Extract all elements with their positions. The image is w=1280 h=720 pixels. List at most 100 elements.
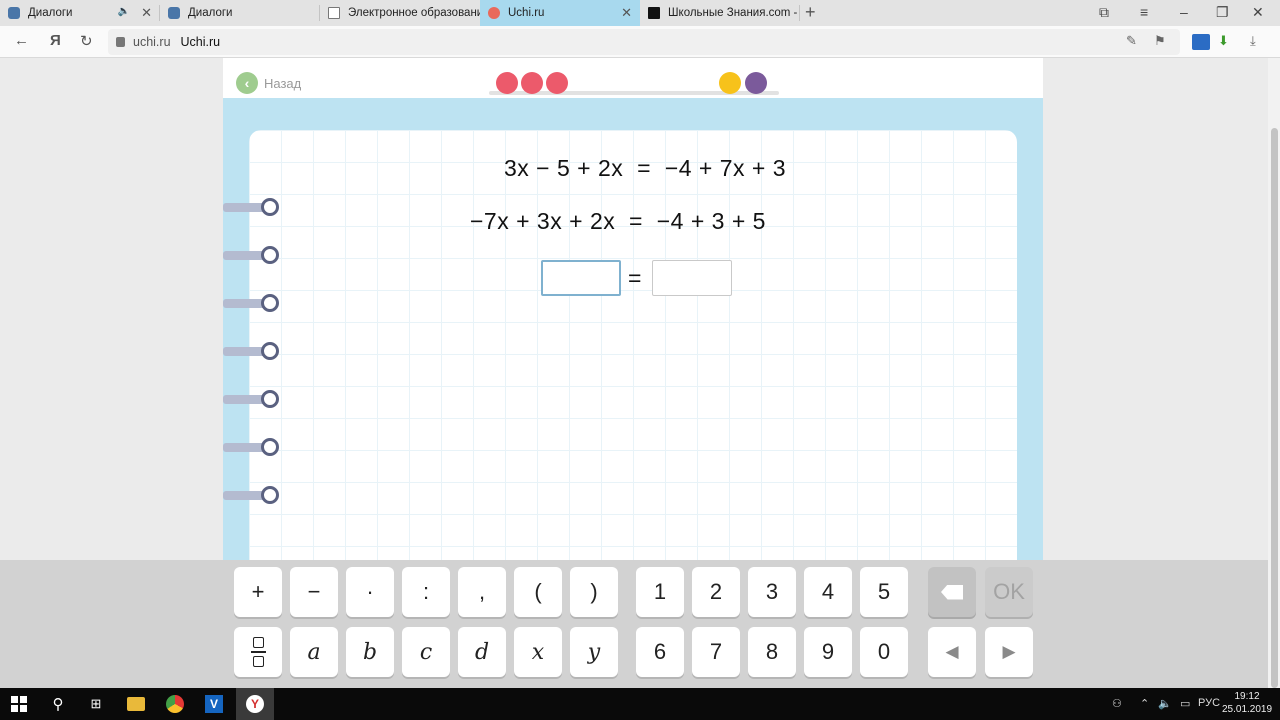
chrome-icon[interactable] (165, 694, 185, 714)
windows-taskbar: ⚲ ⊞ V Y ⚇ ⌃ 🔈 ▭ РУС 19:12 25.01.2019 (0, 688, 1280, 720)
back-arrow-icon[interactable]: ← (14, 32, 29, 49)
variable-b-key[interactable]: b (346, 627, 394, 677)
spiral-ring (223, 246, 279, 264)
browser-tab[interactable]: Диалоги 🔈 ✕ (0, 0, 160, 26)
equation-1-right: −4 + 7x + 3 (664, 155, 787, 181)
downloads-icon[interactable]: ⤓ (1250, 33, 1256, 49)
digit-7-key[interactable]: 7 (692, 627, 740, 677)
speaker-muted-icon[interactable]: 🔈 (118, 6, 130, 17)
digit-4-key[interactable]: 4 (804, 567, 852, 617)
equation-line-1: 3x − 5 + 2x = −4 + 7x + 3 (504, 155, 787, 181)
clock[interactable]: 19:12 25.01.2019 (1222, 690, 1272, 716)
digit-2-key[interactable]: 2 (692, 567, 740, 617)
minus-key[interactable]: − (290, 567, 338, 617)
restore-icon[interactable]: ❐ (1216, 4, 1229, 21)
vk-icon (168, 7, 180, 19)
url-field[interactable]: uchi.ru Uchi.ru (108, 29, 1180, 55)
chevron-left-icon: ‹ (236, 72, 258, 94)
ok-button[interactable]: OK (985, 567, 1033, 617)
address-bar: ← Я ↻ uchi.ru Uchi.ru ✎ ⚑ ⬇ ⤓ (0, 26, 1280, 58)
windows-start-icon[interactable] (9, 694, 29, 714)
answer-right-input[interactable] (652, 260, 732, 296)
download-green-icon[interactable]: ⬇ (1218, 33, 1229, 49)
new-tab-icon[interactable]: + (805, 2, 816, 23)
equation-1-left: 3x − 5 + 2x (504, 155, 624, 181)
fraction-key[interactable] (234, 627, 282, 677)
progress-dot-bonus (745, 72, 767, 94)
volume-icon[interactable]: 🔈 (1158, 697, 1172, 710)
backspace-key[interactable] (928, 567, 976, 617)
task-view-icon[interactable]: ⊞ (86, 694, 106, 714)
vk-icon (8, 7, 20, 19)
variable-x-key[interactable]: x (514, 627, 562, 677)
browser-tab[interactable]: Школьные Знания.com - Р (640, 0, 800, 26)
equation-2-left: −7x + 3x + 2x (470, 208, 616, 234)
exercise-header: ‹ Назад (223, 58, 1043, 98)
backspace-icon (941, 584, 963, 600)
cursor-left-key[interactable]: ◀ (928, 627, 976, 677)
lock-icon (116, 37, 125, 47)
browser-tab[interactable]: Диалоги (160, 0, 320, 26)
network-icon[interactable]: ▭ (1180, 697, 1190, 710)
fraction-icon (250, 637, 266, 667)
progress-dot-wrong (496, 72, 518, 94)
open-paren-key[interactable]: ( (514, 567, 562, 617)
language-indicator[interactable]: РУС (1198, 697, 1220, 709)
spiral-ring (223, 198, 279, 216)
spiral-ring (223, 342, 279, 360)
close-window-icon[interactable]: ✕ (1252, 4, 1264, 21)
document-icon (328, 7, 340, 19)
cursor-right-key[interactable]: ▶ (985, 627, 1033, 677)
digit-6-key[interactable]: 6 (636, 627, 684, 677)
progress-dot-bonus (719, 72, 741, 94)
browser-tab[interactable]: Электронное образовани (320, 0, 480, 26)
spiral-ring (223, 390, 279, 408)
znanija-icon (648, 7, 660, 19)
brush-icon[interactable]: ✎ (1126, 33, 1137, 49)
uchi-icon (488, 7, 500, 19)
close-tab-icon[interactable]: ✕ (141, 5, 152, 21)
variable-d-key[interactable]: d (458, 627, 506, 677)
browser-tab-active[interactable]: Uchi.ru ✕ (480, 0, 640, 26)
variable-a-key[interactable]: a (290, 627, 338, 677)
yandex-browser-taskbar-icon[interactable]: Y (236, 688, 274, 720)
spiral-ring (223, 294, 279, 312)
yandex-icon[interactable]: Я (50, 32, 61, 49)
menu-icon[interactable]: ≡ (1140, 4, 1148, 20)
answer-left-input[interactable] (541, 260, 621, 296)
digit-1-key[interactable]: 1 (636, 567, 684, 617)
plus-key[interactable]: + (234, 567, 282, 617)
close-paren-key[interactable]: ) (570, 567, 618, 617)
reload-icon[interactable]: ↻ (80, 32, 93, 50)
bookmark-icon[interactable]: ⚑ (1154, 33, 1166, 49)
equation-line-2: −7x + 3x + 2x = −4 + 3 + 5 (470, 208, 766, 234)
digit-9-key[interactable]: 9 (804, 627, 852, 677)
tray-chevron-icon[interactable]: ⌃ (1140, 697, 1149, 710)
tabs-panel-icon[interactable]: ⧉ (1099, 4, 1109, 21)
variable-y-key[interactable]: y (570, 627, 618, 677)
multiply-key[interactable]: · (346, 567, 394, 617)
adblock-off-icon[interactable] (1192, 34, 1210, 50)
progress-dot-wrong (521, 72, 543, 94)
minimize-icon[interactable]: – (1180, 4, 1188, 20)
notebook-paper: 3x − 5 + 2x = −4 + 7x + 3 −7x + 3x + 2x … (249, 130, 1017, 590)
close-tab-icon[interactable]: ✕ (621, 5, 632, 21)
digit-8-key[interactable]: 8 (748, 627, 796, 677)
spiral-ring (223, 438, 279, 456)
file-explorer-icon[interactable] (126, 694, 146, 714)
progress-dot-wrong (546, 72, 568, 94)
comma-key[interactable]: , (458, 567, 506, 617)
digit-0-key[interactable]: 0 (860, 627, 908, 677)
page-scrollbar[interactable] (1268, 58, 1280, 688)
variable-c-key[interactable]: c (402, 627, 450, 677)
divide-key[interactable]: : (402, 567, 450, 617)
answer-equals-sign: = (628, 265, 642, 291)
people-icon[interactable]: ⚇ (1112, 697, 1122, 710)
equation-2-right: −4 + 3 + 5 (656, 208, 766, 234)
visual-studio-icon[interactable]: V (204, 694, 224, 714)
back-button[interactable]: ‹ Назад (236, 72, 301, 94)
search-icon[interactable]: ⚲ (48, 694, 68, 714)
digit-5-key[interactable]: 5 (860, 567, 908, 617)
digit-3-key[interactable]: 3 (748, 567, 796, 617)
scrollbar-thumb[interactable] (1271, 128, 1278, 688)
